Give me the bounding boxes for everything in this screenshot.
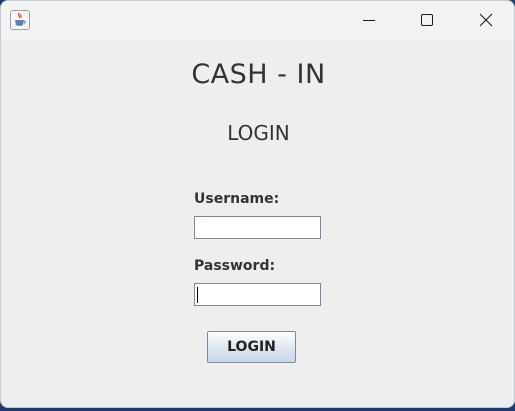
login-heading: LOGIN — [227, 121, 290, 145]
text-caret — [197, 287, 198, 303]
login-button[interactable]: LOGIN — [207, 331, 296, 363]
password-input[interactable] — [194, 283, 321, 306]
title-bar[interactable] — [1, 1, 514, 39]
maximize-icon — [421, 14, 433, 26]
username-input[interactable] — [194, 216, 321, 239]
minimize-icon — [363, 20, 375, 21]
login-window: CASH - IN LOGIN Username: Password: LOGI… — [0, 0, 515, 408]
app-title: CASH - IN — [191, 59, 326, 90]
close-icon — [479, 13, 493, 27]
java-cup-icon — [10, 10, 30, 30]
password-label: Password: — [194, 258, 276, 274]
maximize-button[interactable] — [404, 1, 450, 39]
username-label: Username: — [194, 191, 280, 207]
close-button[interactable] — [463, 1, 509, 39]
minimize-button[interactable] — [346, 1, 392, 39]
